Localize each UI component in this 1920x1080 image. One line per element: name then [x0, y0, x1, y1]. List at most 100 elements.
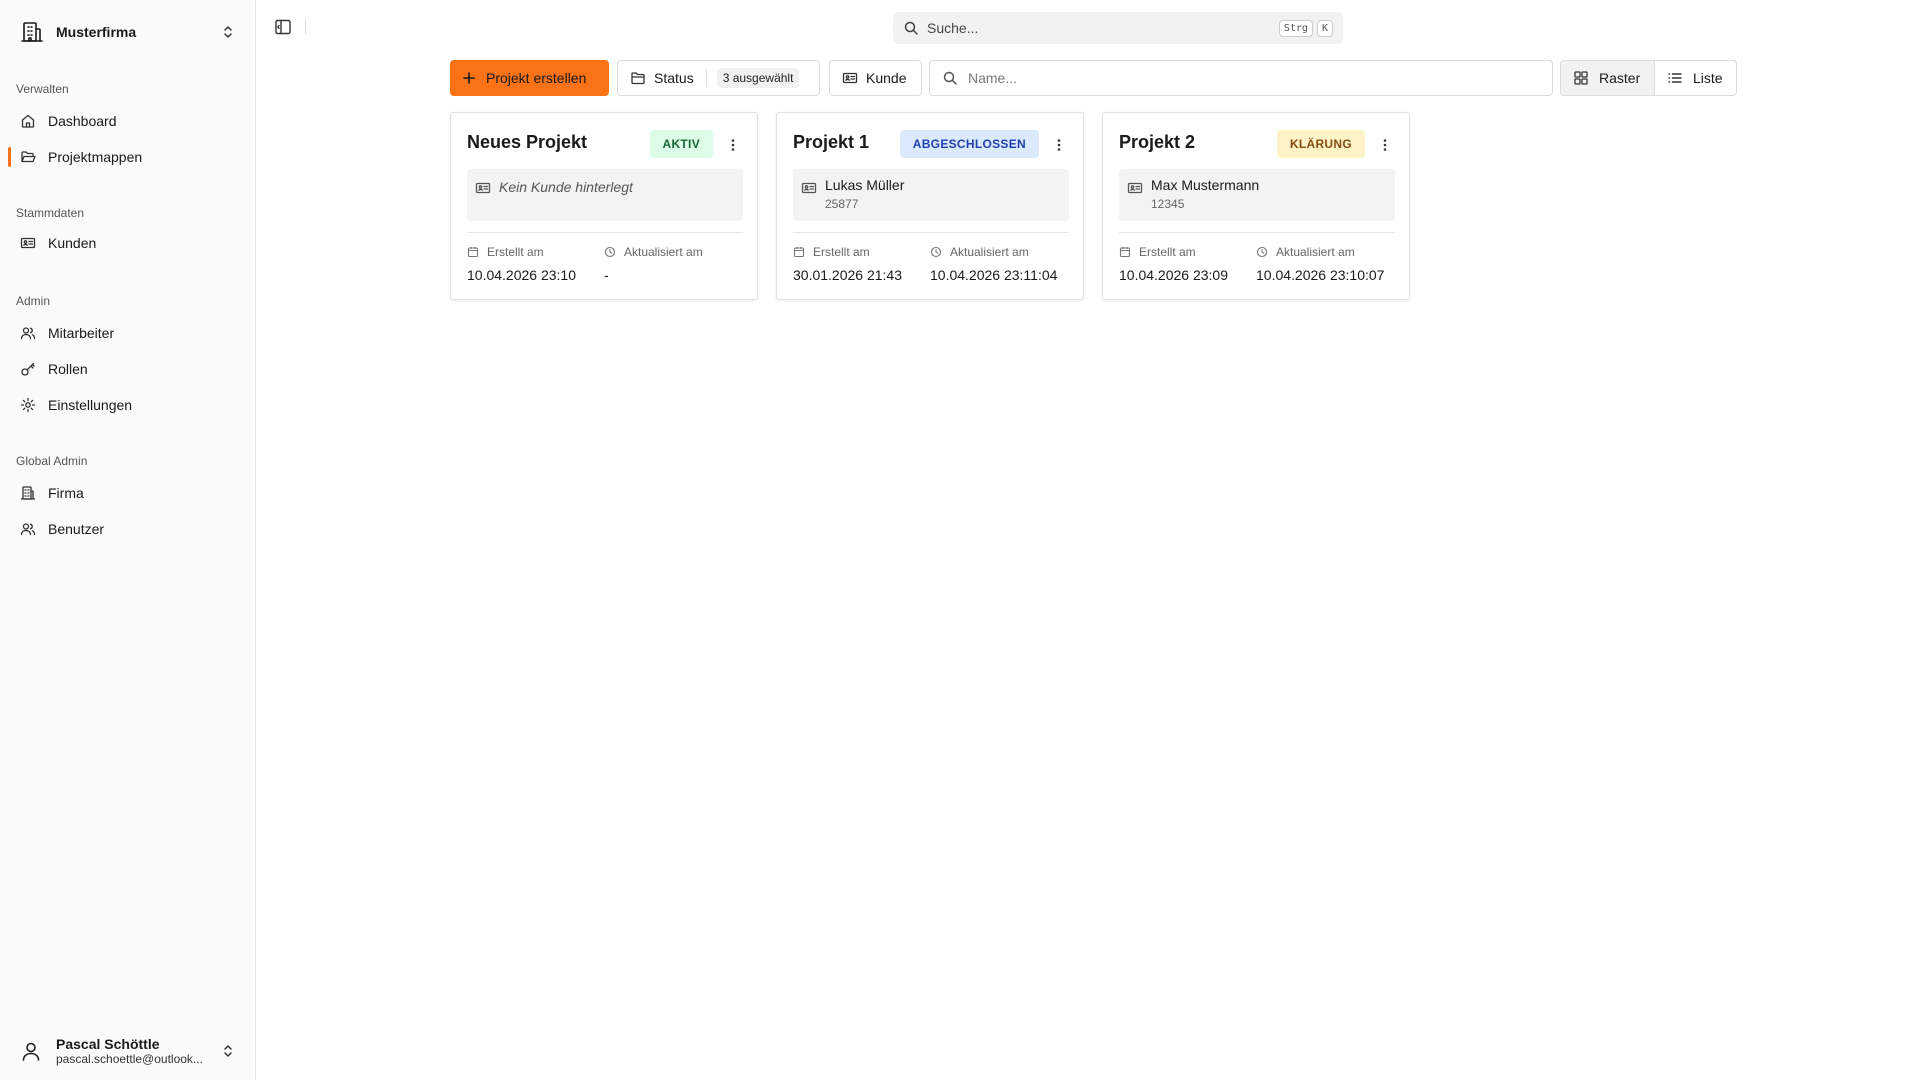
group-label-admin: Admin — [16, 294, 51, 308]
group-label-stammdaten: Stammdaten — [16, 206, 85, 220]
id-card-icon — [801, 182, 817, 194]
view-list-label: Liste — [1693, 70, 1723, 86]
calendar-icon — [467, 247, 479, 258]
customer-number: 12345 — [1151, 197, 1185, 211]
created-meta: Erstellt am 10.04.2026 23:09 — [1119, 245, 1228, 283]
gear-icon — [20, 397, 36, 413]
updated-label: Aktualisiert am — [624, 245, 703, 259]
project-card[interactable]: Projekt 2 KLÄRUNG Max Mustermann 12345 E… — [1102, 112, 1410, 300]
sidebar-item-kunden[interactable]: Kunden — [10, 228, 246, 258]
card-divider — [793, 232, 1069, 233]
status-filter-button[interactable]: Status 3 ausgewählt — [617, 60, 820, 96]
created-label: Erstellt am — [487, 245, 544, 259]
created-value: 10.04.2026 23:09 — [1119, 267, 1228, 283]
sidebar-item-einstellungen[interactable]: Einstellungen — [10, 390, 246, 420]
created-meta: Erstellt am 10.04.2026 23:10 — [467, 245, 576, 283]
status-filter-divider — [705, 69, 707, 87]
list-icon — [1668, 73, 1682, 83]
view-toggle: Raster Liste — [1560, 60, 1737, 96]
org-name: Musterfirma — [56, 24, 137, 40]
sidebar-item-label: Projektmappen — [48, 149, 143, 165]
more-vertical-icon[interactable] — [1377, 137, 1393, 153]
customer-filter-button[interactable]: Kunde — [829, 60, 922, 96]
status-filter-label: Status — [654, 70, 694, 86]
customer-name: Max Mustermann — [1151, 177, 1260, 193]
sidebar-item-label: Firma — [48, 485, 84, 501]
updated-meta: Aktualisiert am - — [604, 245, 703, 283]
created-label: Erstellt am — [1139, 245, 1196, 259]
folder-open-icon — [21, 151, 36, 163]
updated-value: - — [604, 267, 609, 283]
name-filter-field[interactable] — [929, 60, 1553, 96]
status-badge: KLÄRUNG — [1276, 130, 1365, 158]
id-card-icon — [475, 182, 491, 194]
sidebar-item-dashboard[interactable]: Dashboard — [10, 106, 246, 136]
topbar-divider — [305, 19, 306, 35]
search-icon — [904, 21, 918, 35]
house-icon — [21, 114, 35, 128]
sidebar-item-benutzer[interactable]: Benutzer — [10, 514, 246, 544]
customer-empty-text: Kein Kunde hinterlegt — [499, 179, 633, 195]
created-label: Erstellt am — [813, 245, 870, 259]
calendar-icon — [1119, 247, 1131, 258]
group-label-verwalten: Verwalten — [16, 82, 69, 96]
card-divider — [467, 232, 743, 233]
customer-number: 25877 — [825, 197, 859, 211]
folder-icon — [631, 72, 645, 85]
clock-icon — [1256, 246, 1268, 258]
updated-value: 10.04.2026 23:11:04 — [930, 267, 1058, 283]
clock-icon — [604, 246, 616, 258]
id-card-icon — [20, 237, 36, 249]
users-icon — [20, 523, 36, 536]
sidebar-toggle-icon[interactable] — [274, 18, 292, 36]
customer-name: Lukas Müller — [825, 177, 905, 193]
sidebar-item-firma[interactable]: Firma — [10, 478, 246, 508]
created-value: 10.04.2026 23:10 — [467, 267, 576, 283]
chevrons-up-down-icon — [224, 1045, 232, 1057]
search-icon — [943, 71, 957, 85]
search-placeholder: Suche... — [927, 20, 979, 36]
id-card-icon — [842, 72, 858, 84]
user-name: Pascal Schöttle — [56, 1036, 160, 1052]
created-meta: Erstellt am 30.01.2026 21:43 — [793, 245, 902, 283]
user-menu[interactable]: Pascal Schöttle pascal.schoettle@outlook… — [10, 1030, 246, 1072]
group-label-global-admin: Global Admin — [16, 454, 88, 468]
plus-icon — [463, 72, 475, 84]
created-value: 30.01.2026 21:43 — [793, 267, 902, 283]
sidebar-item-mitarbeiter[interactable]: Mitarbeiter — [10, 318, 246, 348]
project-card[interactable]: Projekt 1 ABGESCHLOSSEN Lukas Müller 258… — [776, 112, 1084, 300]
project-title: Neues Projekt — [467, 132, 588, 152]
sidebar-item-label: Rollen — [48, 361, 88, 377]
sidebar-item-projektmappen[interactable]: Projektmappen — [8, 142, 246, 172]
sidebar-item-label: Mitarbeiter — [48, 325, 115, 341]
user-info: Pascal Schöttle pascal.schoettle@outlook… — [56, 1036, 220, 1066]
shortcut-key-ctrl: Strg — [1278, 19, 1313, 37]
view-grid-button[interactable]: Raster — [1561, 61, 1655, 95]
clock-icon — [930, 246, 942, 258]
updated-label: Aktualisiert am — [1276, 245, 1355, 259]
org-switcher[interactable]: Musterfirma — [10, 14, 246, 50]
name-filter-input[interactable] — [968, 70, 1552, 86]
updated-meta: Aktualisiert am 10.04.2026 23:11:04 — [930, 245, 1057, 283]
user-icon — [22, 1042, 40, 1061]
customer-filter-label: Kunde — [866, 70, 907, 86]
create-project-button[interactable]: Projekt erstellen — [450, 60, 609, 96]
user-email: pascal.schoettle@outlook... — [56, 1052, 203, 1066]
shortcut-key-k: K — [1316, 19, 1333, 37]
building-icon — [20, 486, 36, 500]
global-search[interactable]: Suche... Strg K — [893, 12, 1343, 44]
users-icon — [20, 327, 36, 340]
more-vertical-icon[interactable] — [1051, 137, 1067, 153]
project-customer: Kein Kunde hinterlegt — [467, 169, 743, 221]
status-badge: ABGESCHLOSSEN — [899, 130, 1039, 158]
more-vertical-icon[interactable] — [725, 137, 741, 153]
updated-meta: Aktualisiert am 10.04.2026 23:10:07 — [1256, 245, 1384, 283]
sidebar-item-label: Kunden — [48, 235, 97, 251]
project-customer: Lukas Müller 25877 — [793, 169, 1069, 221]
sidebar-item-rollen[interactable]: Rollen — [10, 354, 246, 384]
sidebar-item-label: Dashboard — [48, 113, 117, 129]
create-project-label: Projekt erstellen — [486, 70, 587, 86]
status-selected-badge: 3 ausgewählt — [716, 68, 800, 88]
project-card[interactable]: Neues Projekt AKTIV Kein Kunde hinterleg… — [450, 112, 758, 300]
view-list-button[interactable]: Liste — [1655, 61, 1735, 95]
